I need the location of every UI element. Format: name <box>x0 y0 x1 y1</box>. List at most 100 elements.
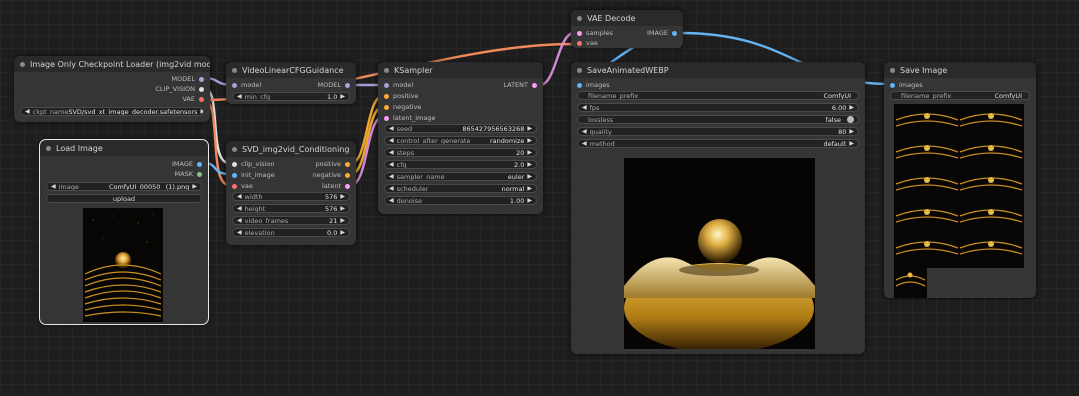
input-slot-dot[interactable] <box>384 115 389 121</box>
node-load-image[interactable]: Load Image IMAGE MASK ◀ image ComfyUI_0005… <box>39 139 209 325</box>
collapse-dot-icon[interactable] <box>232 146 237 152</box>
input-slot-dot[interactable] <box>384 104 389 110</box>
output-positive[interactable]: positive <box>316 160 350 168</box>
node-vae-decode[interactable]: VAE Decode samples vae IMAGE <box>571 10 683 48</box>
arrow-right-icon[interactable]: ▶ <box>527 185 532 192</box>
arrow-right-icon[interactable]: ▶ <box>527 161 532 168</box>
arrow-left-icon[interactable]: ◀ <box>582 128 587 135</box>
fps-stepper[interactable]: ◀ fps 6.00 ▶ <box>577 103 859 112</box>
arrow-right-icon[interactable]: ▶ <box>340 93 345 100</box>
collapse-dot-icon[interactable] <box>577 15 582 21</box>
input-slot-dot[interactable] <box>384 82 389 88</box>
collapse-dot-icon[interactable] <box>232 67 237 73</box>
height-stepper[interactable]: ◀ height 576 ▶ <box>232 204 350 213</box>
arrow-right-icon[interactable]: ▶ <box>527 197 532 204</box>
min-cfg-stepper[interactable]: ◀ min_cfg 1.0 ▶ <box>232 92 350 101</box>
input-slot-dot[interactable] <box>577 30 582 36</box>
arrow-right-icon[interactable]: ▶ <box>527 149 532 156</box>
arrow-left-icon[interactable]: ◀ <box>237 229 242 236</box>
output-slot-dot[interactable] <box>345 183 350 189</box>
input-slot-dot[interactable] <box>577 82 582 88</box>
node-video-linear-cfg-guidance[interactable]: VideoLinearCFGGuidance model MODEL ◀ min_… <box>226 62 356 104</box>
width-stepper[interactable]: ◀ width 576 ▶ <box>232 192 350 201</box>
input-slot-dot[interactable] <box>890 82 895 88</box>
arrow-left-icon[interactable]: ◀ <box>237 93 242 100</box>
arrow-right-icon[interactable]: ▶ <box>849 128 854 135</box>
node-title-bar[interactable]: VAE Decode <box>571 10 683 26</box>
arrow-left-icon[interactable]: ◀ <box>237 217 242 224</box>
node-title-bar[interactable]: SaveAnimatedWEBP <box>571 62 865 78</box>
arrow-right-icon[interactable]: ▶ <box>849 104 854 111</box>
image-select[interactable]: ◀ image ComfyUI_00050_ (1).png ▶ <box>46 182 202 191</box>
arrow-right-icon[interactable]: ▶ <box>340 205 345 212</box>
arrow-left-icon[interactable]: ◀ <box>237 205 242 212</box>
arrow-left-icon[interactable]: ◀ <box>582 104 587 111</box>
input-slot-dot[interactable] <box>384 93 389 99</box>
collapse-dot-icon[interactable] <box>384 67 389 73</box>
input-slot-dot[interactable] <box>232 183 237 189</box>
output-negative[interactable]: negative <box>313 171 350 179</box>
output-image[interactable]: IMAGE <box>172 160 202 168</box>
input-slot-dot[interactable] <box>232 172 237 178</box>
arrow-right-icon[interactable]: ▶ <box>527 173 532 180</box>
output-image[interactable]: IMAGE <box>647 29 677 37</box>
output-mask[interactable]: MASK <box>175 170 202 178</box>
node-save-animated-webp[interactable]: SaveAnimatedWEBP images filename_prefix C… <box>571 62 865 354</box>
method-select[interactable]: ◀ method default ▶ <box>577 139 859 148</box>
output-slot-dot[interactable] <box>199 86 204 92</box>
output-slot-dot[interactable] <box>672 30 677 36</box>
collapse-dot-icon[interactable] <box>577 67 582 73</box>
output-clip-vision[interactable]: CLIP_VISION <box>155 85 204 93</box>
cfg-stepper[interactable]: ◀ cfg 2.0 ▶ <box>384 160 537 169</box>
node-title-bar[interactable]: VideoLinearCFGGuidance <box>226 62 356 78</box>
filename-prefix-field[interactable]: filename_prefix ComfyUI <box>577 91 859 100</box>
collapse-dot-icon[interactable] <box>46 145 51 151</box>
arrow-left-icon[interactable]: ◀ <box>25 108 30 115</box>
toggle-knob-icon[interactable] <box>847 116 854 123</box>
quality-stepper[interactable]: ◀ quality 80 ▶ <box>577 127 859 136</box>
arrow-right-icon[interactable]: ▶ <box>527 137 532 144</box>
input-samples[interactable]: samples <box>577 29 613 37</box>
ckpt-name-select[interactable]: ◀ ckpt_name SVD/svd_xt_image_decoder.safet… <box>20 107 204 116</box>
node-title-bar[interactable]: Save Image <box>884 62 1036 78</box>
output-slot-dot[interactable] <box>345 161 350 167</box>
node-title-bar[interactable]: Image Only Checkpoint Loader (img2vid mo… <box>14 56 210 72</box>
collapse-dot-icon[interactable] <box>890 67 895 73</box>
output-slot-dot[interactable] <box>199 96 204 102</box>
video-frames-stepper[interactable]: ◀ video_frames 21 ▶ <box>232 216 350 225</box>
arrow-left-icon[interactable]: ◀ <box>389 197 394 204</box>
arrow-right-icon[interactable]: ▶ <box>340 229 345 236</box>
scheduler-select[interactable]: ◀ scheduler normal ▶ <box>384 184 537 193</box>
node-title-bar[interactable]: KSampler <box>378 62 543 78</box>
input-images[interactable]: images <box>577 81 610 89</box>
output-latent[interactable]: LATENT <box>503 81 537 89</box>
arrow-left-icon[interactable]: ◀ <box>389 137 394 144</box>
input-vae[interactable]: vae <box>232 182 253 190</box>
input-model[interactable]: model <box>232 81 261 89</box>
output-slot-dot[interactable] <box>197 161 202 167</box>
input-clip-vision[interactable]: clip_vision <box>232 160 275 168</box>
input-slot-dot[interactable] <box>577 40 582 46</box>
arrow-left-icon[interactable]: ◀ <box>237 193 242 200</box>
output-slot-dot[interactable] <box>197 171 202 177</box>
arrow-left-icon[interactable]: ◀ <box>389 125 394 132</box>
output-slot-dot[interactable] <box>532 82 537 88</box>
node-title-bar[interactable]: SVD_img2vid_Conditioning <box>226 141 356 157</box>
input-latent-image[interactable]: latent_image <box>384 114 436 122</box>
output-slot-dot[interactable] <box>345 172 350 178</box>
output-latent[interactable]: latent <box>322 182 350 190</box>
input-images[interactable]: images <box>890 81 923 89</box>
input-model[interactable]: model <box>384 81 413 89</box>
arrow-right-icon[interactable]: ▶ <box>192 183 197 190</box>
node-ksampler[interactable]: KSampler model positive negative latent_… <box>378 62 543 214</box>
output-slot-dot[interactable] <box>199 76 204 82</box>
upload-button[interactable]: upload <box>46 194 202 203</box>
arrow-left-icon[interactable]: ◀ <box>389 185 394 192</box>
steps-stepper[interactable]: ◀ steps 20 ▶ <box>384 148 537 157</box>
elevation-stepper[interactable]: ◀ elevation 0.0 ▶ <box>232 228 350 237</box>
input-slot-dot[interactable] <box>232 82 237 88</box>
arrow-left-icon[interactable]: ◀ <box>582 140 587 147</box>
collapse-dot-icon[interactable] <box>20 61 25 67</box>
arrow-left-icon[interactable]: ◀ <box>389 173 394 180</box>
node-title-bar[interactable]: Load Image <box>40 140 208 156</box>
